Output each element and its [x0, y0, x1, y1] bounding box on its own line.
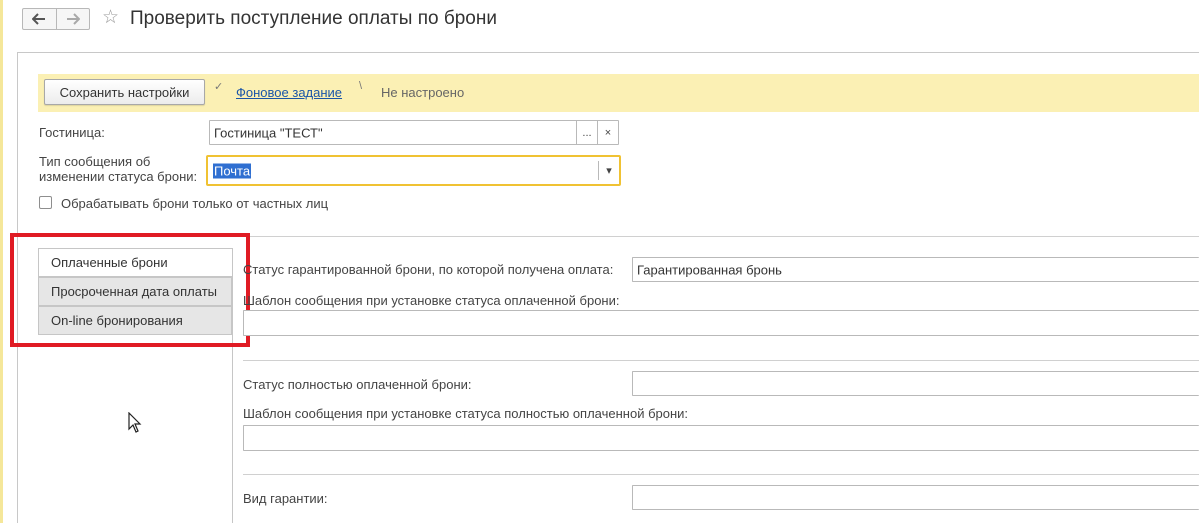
- chevron-down-icon[interactable]: ▾: [598, 161, 619, 180]
- message-type-label-line1: Тип сообщения об: [39, 154, 151, 169]
- message-type-value: Почта: [213, 163, 252, 178]
- guaranteed-status-value: Гарантированная бронь: [637, 262, 782, 277]
- header-divider: [17, 52, 1199, 53]
- mouse-cursor-icon: [128, 412, 142, 433]
- paid-template-field[interactable]: [243, 310, 1199, 336]
- back-button[interactable]: [23, 9, 56, 29]
- guarantee-type-field[interactable]: [632, 485, 1199, 510]
- navigation-buttons: [22, 8, 90, 30]
- hotel-choose-button[interactable]: ...: [576, 121, 597, 144]
- guarantee-type-label: Вид гарантии:: [243, 491, 328, 506]
- star-icon[interactable]: ☆: [102, 7, 119, 29]
- arrow-right-icon: [66, 13, 80, 25]
- private-only-checkbox[interactable]: [39, 196, 52, 209]
- hotel-value: Гостиница "ТЕСТ": [214, 125, 323, 140]
- message-type-select[interactable]: Почта ▾: [206, 155, 621, 186]
- clear-icon[interactable]: ×: [597, 121, 618, 144]
- highlight-box: [10, 233, 250, 347]
- page-title: Проверить поступление оплаты по брони: [130, 8, 497, 29]
- section-divider-3: [243, 474, 1199, 475]
- fully-paid-template-label: Шаблон сообщения при установке статуса п…: [243, 406, 689, 421]
- guaranteed-status-field[interactable]: Гарантированная бронь: [632, 257, 1199, 282]
- fully-paid-template-field[interactable]: [243, 425, 1199, 451]
- save-settings-button[interactable]: Сохранить настройки: [44, 79, 205, 105]
- hotel-field[interactable]: Гостиница "ТЕСТ" ... ×: [209, 120, 619, 145]
- message-type-label: Тип сообщения об изменении статуса брони…: [39, 154, 197, 184]
- paid-template-label: Шаблон сообщения при установке статуса о…: [243, 293, 620, 308]
- section-divider-2: [243, 360, 1199, 361]
- arrow-left-icon: [32, 13, 46, 25]
- left-accent-strip: [0, 0, 3, 523]
- background-task-status: Не настроено: [381, 85, 465, 100]
- guaranteed-status-label: Статус гарантированной брони, по которой…: [243, 262, 614, 277]
- fully-paid-status-label: Статус полностью оплаченной брони:: [243, 377, 472, 392]
- forward-button[interactable]: [55, 9, 90, 29]
- link-marker-icon: ✓: [214, 81, 224, 93]
- status-marker-icon: \: [359, 80, 363, 92]
- private-only-label: Обрабатывать брони только от частных лиц: [61, 196, 329, 211]
- fully-paid-status-field[interactable]: [632, 371, 1199, 396]
- message-type-label-line2: изменении статуса брони:: [39, 169, 198, 184]
- command-bar: [38, 74, 1199, 112]
- hotel-label: Гостиница:: [39, 125, 105, 140]
- message-type-selected-text: Почта: [213, 163, 252, 178]
- background-task-link[interactable]: Фоновое задание: [236, 85, 342, 100]
